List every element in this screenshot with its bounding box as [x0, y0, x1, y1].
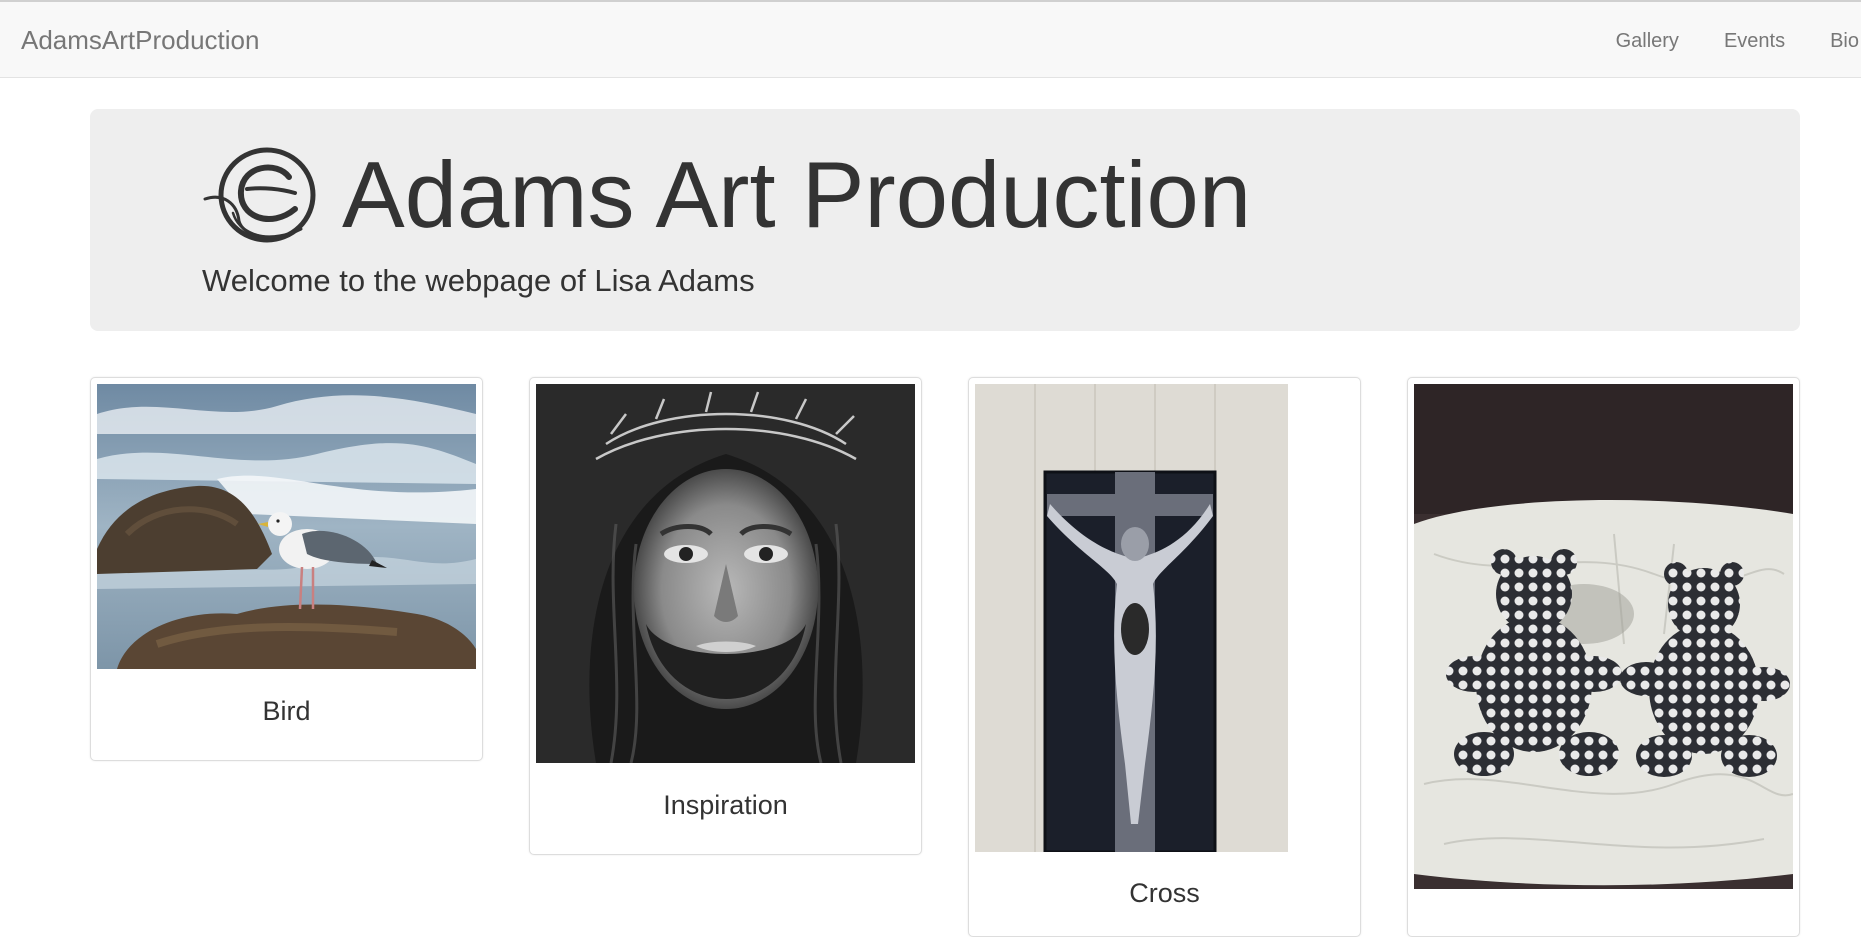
nav-link-gallery[interactable]: Gallery	[1616, 29, 1679, 53]
nav-link-bio[interactable]: Bio	[1830, 29, 1859, 53]
gallery-card-bears[interactable]	[1407, 377, 1800, 937]
top-navbar: AdamsArtProduction Gallery Events Bio	[0, 0, 1861, 78]
nav-links: Gallery Events Bio	[1571, 29, 1861, 53]
polka-dot-teddy-bears-photo[interactable]	[1414, 384, 1793, 889]
page-subtitle: Welcome to the webpage of Lisa Adams	[202, 263, 755, 298]
page-title: Adams Art Production	[342, 142, 1252, 247]
gallery-caption-inspiration: Inspiration	[663, 790, 788, 820]
nav-link-events[interactable]: Events	[1724, 29, 1785, 53]
seagull-on-rock-photo[interactable]	[97, 384, 476, 669]
swirl-circle-logo-icon	[203, 143, 321, 251]
gallery-caption-cross: Cross	[1129, 878, 1200, 908]
crucifix-painting[interactable]	[975, 384, 1288, 852]
portrait-with-crown-of-thorns-painting[interactable]	[536, 384, 915, 763]
gallery-card-inspiration[interactable]: Inspiration	[529, 377, 922, 855]
hero-banner: Adams Art Production Welcome to the webp…	[90, 109, 1800, 331]
gallery-caption-bird: Bird	[262, 696, 311, 726]
gallery-card-bird[interactable]: Bird	[90, 377, 483, 761]
brand-link[interactable]: AdamsArtProduction	[21, 25, 259, 55]
gallery-card-cross[interactable]: Cross	[968, 377, 1361, 937]
